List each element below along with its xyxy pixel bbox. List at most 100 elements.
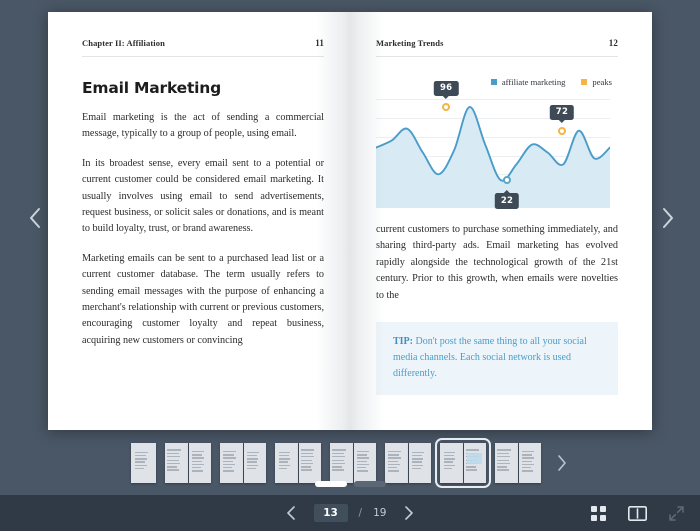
thumb-text-line [356,460,367,462]
left-page-paragraph-1: Email marketing is the act of sending a … [82,112,324,140]
thumbnail-pagination-dots[interactable] [0,481,700,487]
thumbnail-page [220,443,243,483]
thumb-text-line [412,467,421,470]
prev-spread-button[interactable] [18,198,52,238]
thumb-text-line [300,455,314,458]
chevron-right-icon [662,208,673,228]
next-page-button[interactable] [397,502,419,524]
thumb-text-line [388,467,398,469]
thumb-text-line [388,463,401,466]
thumb-text-line [332,455,346,458]
thumb-text-line [412,451,424,454]
current-page-input[interactable]: 13 [313,504,348,522]
thumbnail-page [408,443,431,483]
thumbnail-8[interactable] [495,443,541,483]
thumb-text-line [167,463,180,465]
thumb-text-line [134,455,146,457]
thumb-text-line [223,457,236,459]
thumb-text-line [465,469,478,471]
legend-swatch-icon [581,79,588,85]
tip-callout: TIP: Don't post the same thing to all yo… [376,322,618,396]
next-spread-button[interactable] [650,198,684,238]
thumb-text-line [167,459,179,462]
thumbnail-1[interactable] [130,443,156,483]
thumbnails-next-button[interactable] [552,448,570,478]
thumb-text-line [497,469,509,471]
thumb-text-line [247,464,259,466]
book-spread-icon [627,505,647,521]
thumb-text-line [443,464,455,466]
thumb-text-line [356,451,370,453]
thumb-text-line [167,452,180,454]
thumbnail-page-dot-2[interactable] [353,481,386,487]
chart-peak-marker[interactable] [442,102,451,111]
thumb-text-line [356,454,368,456]
left-page-folio: 11 [315,38,324,48]
left-page: Chapter II: Affiliation 11 Email Marketi… [48,12,350,430]
thumb-text-line [521,454,533,456]
left-page-chapter: Chapter II: Affiliation [82,38,165,48]
thumb-text-line [247,458,259,460]
thumbnail-page [440,443,463,483]
thumbnail-page [330,443,353,483]
thumb-text-line [223,451,236,453]
thumb-text-line [497,449,511,451]
thumb-text-line [300,466,311,468]
legend-label: peaks [592,77,612,87]
thumb-text-line [191,467,201,469]
thumb-text-line [388,451,401,453]
thumb-text-line [134,458,147,460]
tip-label: TIP: [393,336,413,348]
thumb-text-line [300,463,314,465]
thumbnail-7[interactable] [435,438,491,488]
spread-view-button[interactable] [627,503,647,523]
thumbnail-4[interactable] [275,443,321,483]
thumb-text-line [521,460,532,462]
chevron-right-icon [557,455,566,471]
thumbnail-2[interactable] [165,443,211,483]
thumbnail-6[interactable] [385,443,431,483]
thumbnail-page [495,443,518,483]
chart-valley-marker[interactable] [503,176,512,185]
thumbnail-3[interactable] [220,443,266,483]
thumb-text-line [443,461,454,463]
thumb-text-line [332,449,346,451]
right-page: Marketing Trends 12 affiliate marketing … [350,12,652,430]
thumb-text-line [223,454,234,456]
legend-item-affiliate-marketing: affiliate marketing [490,77,565,87]
chart-peak-marker[interactable] [558,126,567,135]
thumbnail-page [518,443,541,483]
thumb-text-line [465,466,476,468]
thumb-text-line [443,455,454,457]
chevron-left-icon [287,506,295,520]
thumbnail-5[interactable] [330,443,376,483]
thumb-text-line [497,455,511,458]
left-page-paragraph-3: Marketing emails can be sent to a purcha… [82,252,324,346]
thumb-text-line [300,469,313,471]
thumb-text-line [521,463,534,466]
thumb-text-line [332,469,344,471]
thumb-text-line [521,467,531,469]
thumbnail-page-dot-1[interactable] [314,481,347,487]
thumb-text-line [300,452,313,454]
page-spread: Chapter II: Affiliation 11 Email Marketi… [48,12,652,430]
thumb-text-line [521,457,535,459]
thumb-text-line [167,469,179,471]
thumb-text-line [191,460,202,462]
thumb-text-line [191,463,204,466]
fullscreen-expand-icon [668,505,684,521]
grid-view-button[interactable] [588,503,608,523]
trends-area-chart[interactable]: 96 22 72 [376,80,610,209]
page-title: Email Marketing [82,79,222,97]
fullscreen-button[interactable] [666,503,686,523]
thumb-text-line [412,458,424,460]
thumb-text-line [356,457,370,459]
thumb-text-line [134,451,148,454]
flipbook-viewer: Chapter II: Affiliation 11 Email Marketi… [0,0,700,531]
thumb-text-line [497,452,510,454]
thumb-text-line [412,461,422,463]
thumb-text-line [134,467,144,470]
tip-text: Don't post the same thing to all your so… [393,336,587,380]
current-page-value: 13 [323,507,338,519]
prev-page-button[interactable] [281,502,303,524]
